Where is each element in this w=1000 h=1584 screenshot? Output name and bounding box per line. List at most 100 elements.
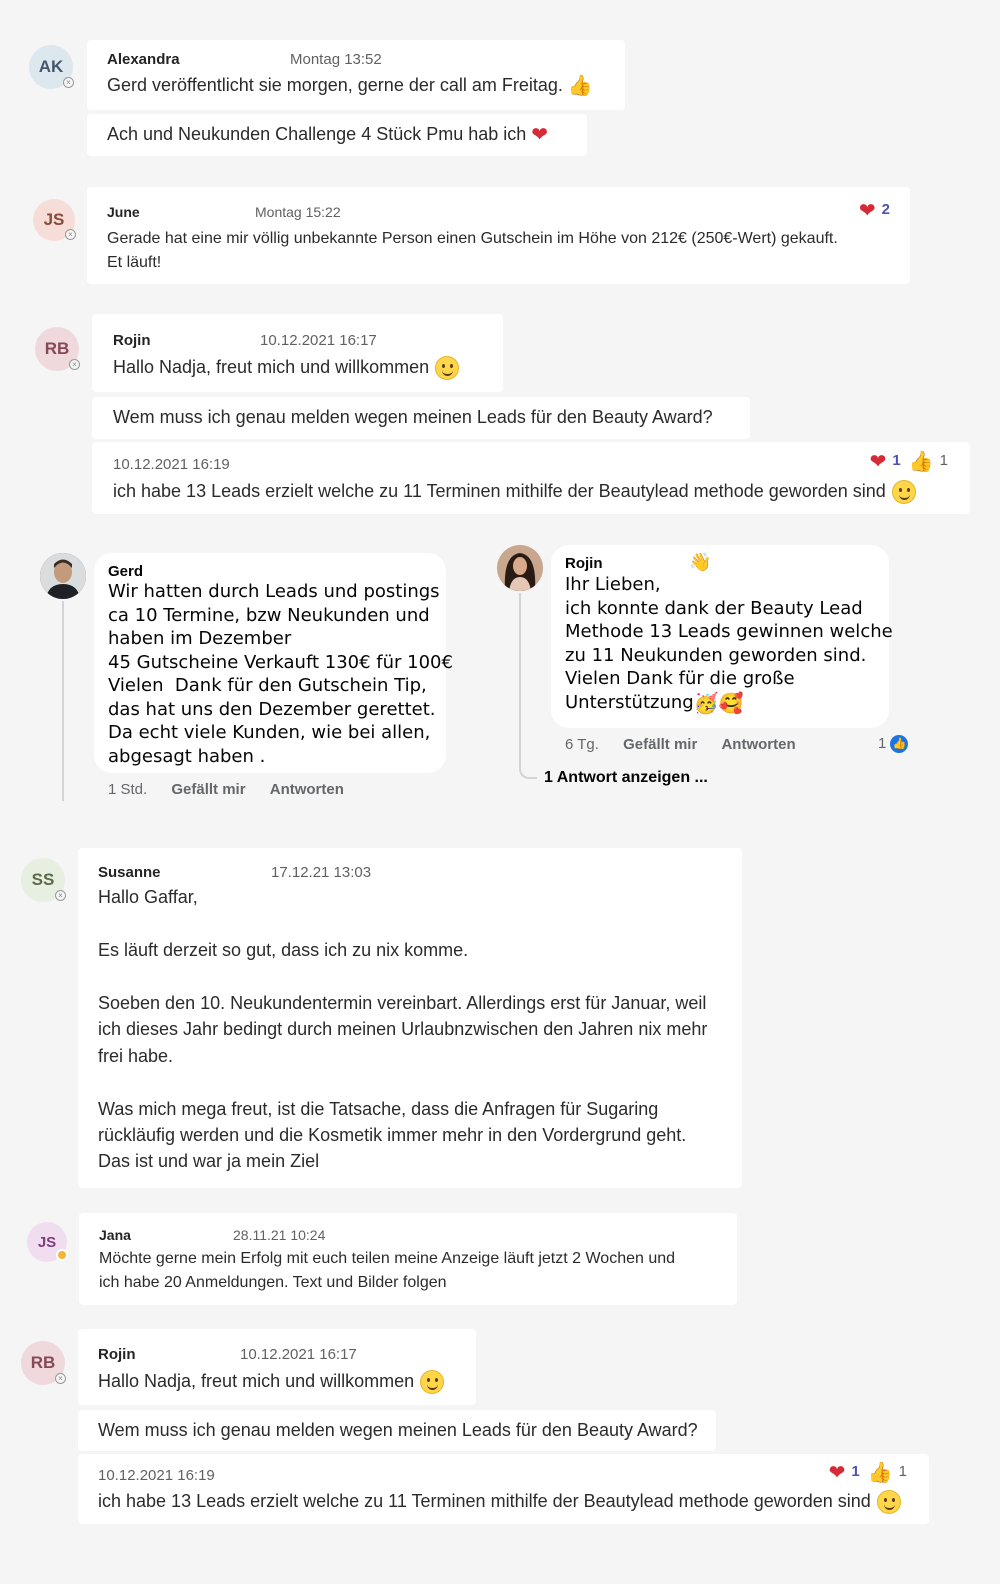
comment-actions: 6 Tg. Gefällt mir Antworten bbox=[565, 736, 816, 753]
like-icon: 👍 bbox=[890, 735, 909, 754]
comment-author[interactable]: Gerd bbox=[108, 563, 432, 580]
avatar[interactable] bbox=[40, 553, 86, 599]
thumbs-up-icon: 👍 bbox=[867, 1462, 893, 1484]
heart-icon: ❤ bbox=[828, 1462, 846, 1484]
reactions[interactable]: ❤ 2 bbox=[859, 198, 890, 223]
smiley-emoji-icon bbox=[435, 356, 460, 381]
avatar[interactable] bbox=[497, 545, 543, 591]
party-face-icon: 🥳🥰 bbox=[693, 692, 744, 715]
heart-icon: ❤ bbox=[531, 123, 549, 146]
profile-photo bbox=[40, 553, 86, 599]
status-offline-icon: × bbox=[65, 229, 76, 240]
sender-name: Susanne bbox=[98, 864, 161, 881]
status-away-icon bbox=[56, 1249, 68, 1261]
comment-bubble[interactable]: Gerd Wir hatten durch Leads und postings… bbox=[94, 553, 453, 773]
reply-button[interactable]: Antworten bbox=[721, 736, 795, 753]
message-bubble[interactable]: Ach und Neukunden Challenge 4 Stück Pmu … bbox=[87, 114, 587, 156]
reaction-count: 1 bbox=[939, 452, 948, 470]
message-text: ich habe 13 Leads erzielt welche zu 11 T… bbox=[98, 1489, 901, 1515]
message-bubble[interactable]: 10.12.2021 16:19 ❤ 1 👍 1 ich habe 13 Leads … bbox=[92, 442, 970, 514]
show-replies-link[interactable]: 1 Antwort anzeigen ... bbox=[544, 769, 708, 787]
avatar[interactable]: JS bbox=[27, 1222, 68, 1262]
message-time: 17.12.21 13:03 bbox=[271, 864, 372, 881]
smiley-emoji-icon bbox=[891, 480, 916, 505]
status-offline-icon: × bbox=[55, 1373, 66, 1384]
comment-text: Wir hatten durch Leads und postings ca 1… bbox=[108, 581, 453, 767]
message-text: Et läuft! bbox=[107, 254, 162, 271]
avatar[interactable]: AK × bbox=[29, 45, 74, 89]
message-time: 28.11.21 10:24 bbox=[233, 1227, 326, 1243]
like-button[interactable]: Gefällt mir bbox=[623, 736, 697, 753]
message-text: Möchte gerne mein Erfolg mit euch teilen… bbox=[99, 1250, 676, 1267]
message-text: Wem muss ich genau melden wegen meinen L… bbox=[113, 407, 713, 427]
reactions[interactable]: ❤ 1 👍 1 bbox=[829, 1460, 907, 1485]
message-text: Hallo Gaffar, bbox=[98, 887, 198, 907]
message-text: ich dieses Jahr bedingt durch meinen Url… bbox=[98, 1019, 708, 1039]
status-offline-icon: × bbox=[55, 890, 66, 901]
comment-bubble[interactable]: Rojin 👋 Ihr Lieben, ich konnte dank der … bbox=[551, 545, 893, 728]
reaction-count: 1 bbox=[892, 452, 901, 470]
message-text: Hallo Nadja, freut mich und willkommen bbox=[113, 355, 460, 381]
message-text: Soeben den 10. Neukundentermin vereinbar… bbox=[98, 993, 707, 1013]
waving-hand-icon: 👋 bbox=[689, 552, 712, 572]
message-time: Montag 15:22 bbox=[255, 204, 341, 220]
message-text: ich habe 13 Leads erzielt welche zu 11 T… bbox=[113, 479, 916, 505]
status-offline-icon: × bbox=[63, 77, 74, 88]
smiley-emoji-icon bbox=[876, 1490, 901, 1515]
message-bubble[interactable]: Rojin 10.12.2021 16:17 Hallo Nadja, freu… bbox=[78, 1329, 476, 1405]
status-offline-icon: × bbox=[69, 359, 80, 370]
comment-age: 1 Std. bbox=[108, 781, 148, 798]
reaction-count: 2 bbox=[881, 201, 890, 219]
message-bubble[interactable]: Wem muss ich genau melden wegen meinen L… bbox=[92, 397, 750, 439]
message-text: ich habe 20 Anmeldungen. Text und Bilder… bbox=[99, 1274, 447, 1291]
thread-branch bbox=[519, 763, 537, 779]
profile-photo bbox=[497, 545, 543, 591]
message-text: Hallo Nadja, freut mich und willkommen bbox=[98, 1369, 445, 1395]
avatar[interactable]: SS × bbox=[21, 858, 66, 902]
message-text: rückläufig werden und die Kosmetik immer… bbox=[98, 1125, 687, 1145]
message-time: 10.12.2021 16:19 bbox=[113, 456, 230, 473]
sender-name: Alexandra bbox=[107, 51, 180, 68]
message-time: Montag 13:52 bbox=[290, 51, 382, 68]
reaction-count: 1 bbox=[898, 1463, 907, 1481]
message-time: 10.12.2021 16:19 bbox=[98, 1467, 215, 1484]
thread-line bbox=[62, 601, 64, 801]
message-bubble[interactable]: Susanne 17.12.21 13:03 Hallo Gaffar, Es … bbox=[78, 848, 742, 1188]
message-text: Es läuft derzeit so gut, dass ich zu nix… bbox=[98, 940, 469, 960]
message-bubble[interactable]: June Montag 15:22 ❤ 2 Gerade hat eine mir… bbox=[87, 187, 910, 284]
avatar[interactable]: RB × bbox=[35, 327, 80, 371]
message-bubble[interactable]: 10.12.2021 16:19 ❤ 1 👍 1 ich habe 13 Leads … bbox=[78, 1454, 929, 1524]
comment-author[interactable]: Rojin bbox=[565, 555, 603, 572]
sender-name: June bbox=[107, 204, 140, 220]
comment-actions: 1 Std. Gefällt mir Antworten bbox=[108, 781, 364, 798]
avatar[interactable]: RB × bbox=[21, 1341, 66, 1385]
reactions[interactable]: ❤ 1 👍 1 bbox=[870, 449, 948, 474]
message-bubble[interactable]: Wem muss ich genau melden wegen meinen L… bbox=[78, 1410, 716, 1451]
message-text: Ach und Neukunden Challenge 4 Stück Pmu … bbox=[107, 123, 549, 146]
reaction-count: 1 bbox=[851, 1463, 860, 1481]
reply-button[interactable]: Antworten bbox=[270, 781, 344, 798]
smiley-emoji-icon bbox=[420, 1370, 445, 1395]
message-text: Was mich mega freut, ist die Tatsache, d… bbox=[98, 1099, 659, 1119]
message-bubble[interactable]: Rojin 10.12.2021 16:17 Hallo Nadja, freu… bbox=[92, 314, 503, 392]
sender-name: Rojin bbox=[98, 1346, 136, 1363]
avatar[interactable]: JS × bbox=[33, 199, 76, 241]
message-time: 10.12.2021 16:17 bbox=[260, 332, 377, 349]
message-text: Das ist und war ja mein Ziel bbox=[98, 1151, 320, 1171]
like-count[interactable]: 1 👍 bbox=[878, 735, 928, 754]
like-button[interactable]: Gefällt mir bbox=[171, 781, 245, 798]
heart-icon: ❤ bbox=[858, 200, 876, 222]
sender-name: Jana bbox=[99, 1227, 131, 1243]
comment-age: 6 Tg. bbox=[565, 736, 599, 753]
message-text: Gerd veröffentlicht sie morgen, gerne de… bbox=[107, 74, 593, 97]
message-bubble[interactable]: Jana 28.11.21 10:24 Möchte gerne mein Er… bbox=[79, 1213, 737, 1305]
thumbs-up-icon: 👍 bbox=[908, 451, 934, 473]
message-text: Wem muss ich genau melden wegen meinen L… bbox=[98, 1420, 698, 1440]
message-text: frei habe. bbox=[98, 1046, 174, 1066]
message-time: 10.12.2021 16:17 bbox=[240, 1346, 357, 1363]
message-bubble[interactable]: Alexandra Montag 13:52 Gerd veröffentlic… bbox=[87, 40, 625, 110]
message-text: Gerade hat eine mir völlig unbekannte Pe… bbox=[107, 230, 838, 247]
heart-icon: ❤ bbox=[869, 451, 887, 473]
sender-name: Rojin bbox=[113, 332, 151, 349]
thumbs-up-icon: 👍 bbox=[567, 74, 593, 97]
